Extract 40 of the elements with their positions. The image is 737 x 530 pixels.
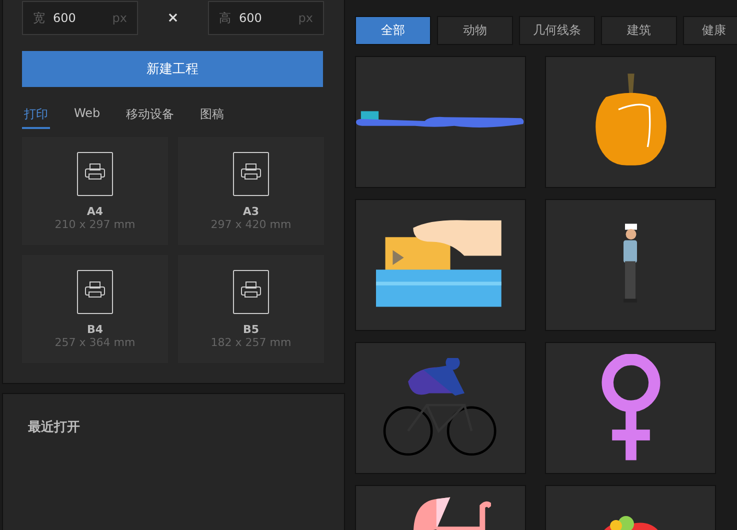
tab[interactable]: 图稿 — [198, 106, 226, 129]
printer-icon — [77, 152, 113, 196]
preset-size: 297 x 420 mm — [210, 218, 292, 231]
field-value: 600 — [53, 11, 77, 25]
clipart-tile[interactable] — [355, 56, 526, 188]
preset-name: A4 — [86, 205, 104, 218]
clipart-tile[interactable] — [355, 342, 526, 474]
preset-name: B4 — [86, 323, 104, 336]
preset-name: A3 — [242, 205, 260, 218]
tab[interactable]: Web — [72, 106, 102, 129]
field-value: 600 — [239, 11, 263, 25]
printer-icon — [77, 270, 113, 314]
field-label: 高 — [219, 10, 231, 26]
create-project-button[interactable]: 新建工程 — [22, 51, 323, 87]
category-tab[interactable]: 动物 — [437, 16, 513, 45]
paper-preset-card[interactable]: A4 210 x 297 mm — [22, 137, 168, 245]
category-tab[interactable]: 建筑 — [601, 16, 677, 45]
clipart-tile[interactable] — [545, 342, 716, 474]
paper-preset-card[interactable]: A3 297 x 420 mm — [178, 137, 324, 245]
paper-preset-card[interactable]: B5 182 x 257 mm — [178, 255, 324, 363]
paper-preset-card[interactable]: B4 257 x 364 mm — [22, 255, 168, 363]
preset-size: 210 x 297 mm — [54, 218, 136, 231]
clipart-tile[interactable] — [545, 56, 716, 188]
preset-size: 182 x 257 mm — [210, 336, 292, 349]
clipart-tile[interactable] — [545, 199, 716, 331]
recent-title: 最近打开 — [28, 420, 80, 435]
category-tab[interactable]: 健康 — [683, 16, 737, 45]
printer-icon — [233, 270, 269, 314]
preset-name: B5 — [242, 323, 260, 336]
times-sign: × — [166, 10, 180, 26]
clipart-tile[interactable] — [355, 485, 526, 530]
field-label: 宽 — [33, 10, 45, 26]
category-tab[interactable]: 全部 — [355, 16, 431, 45]
tab[interactable]: 移动设备 — [124, 106, 176, 129]
tab[interactable]: 打印 — [22, 106, 50, 129]
category-tab[interactable]: 几何线条 — [519, 16, 595, 45]
printer-icon — [233, 152, 269, 196]
clipart-tile[interactable] — [545, 485, 716, 530]
clipart-tile[interactable] — [355, 199, 526, 331]
preset-size: 257 x 364 mm — [54, 336, 136, 349]
